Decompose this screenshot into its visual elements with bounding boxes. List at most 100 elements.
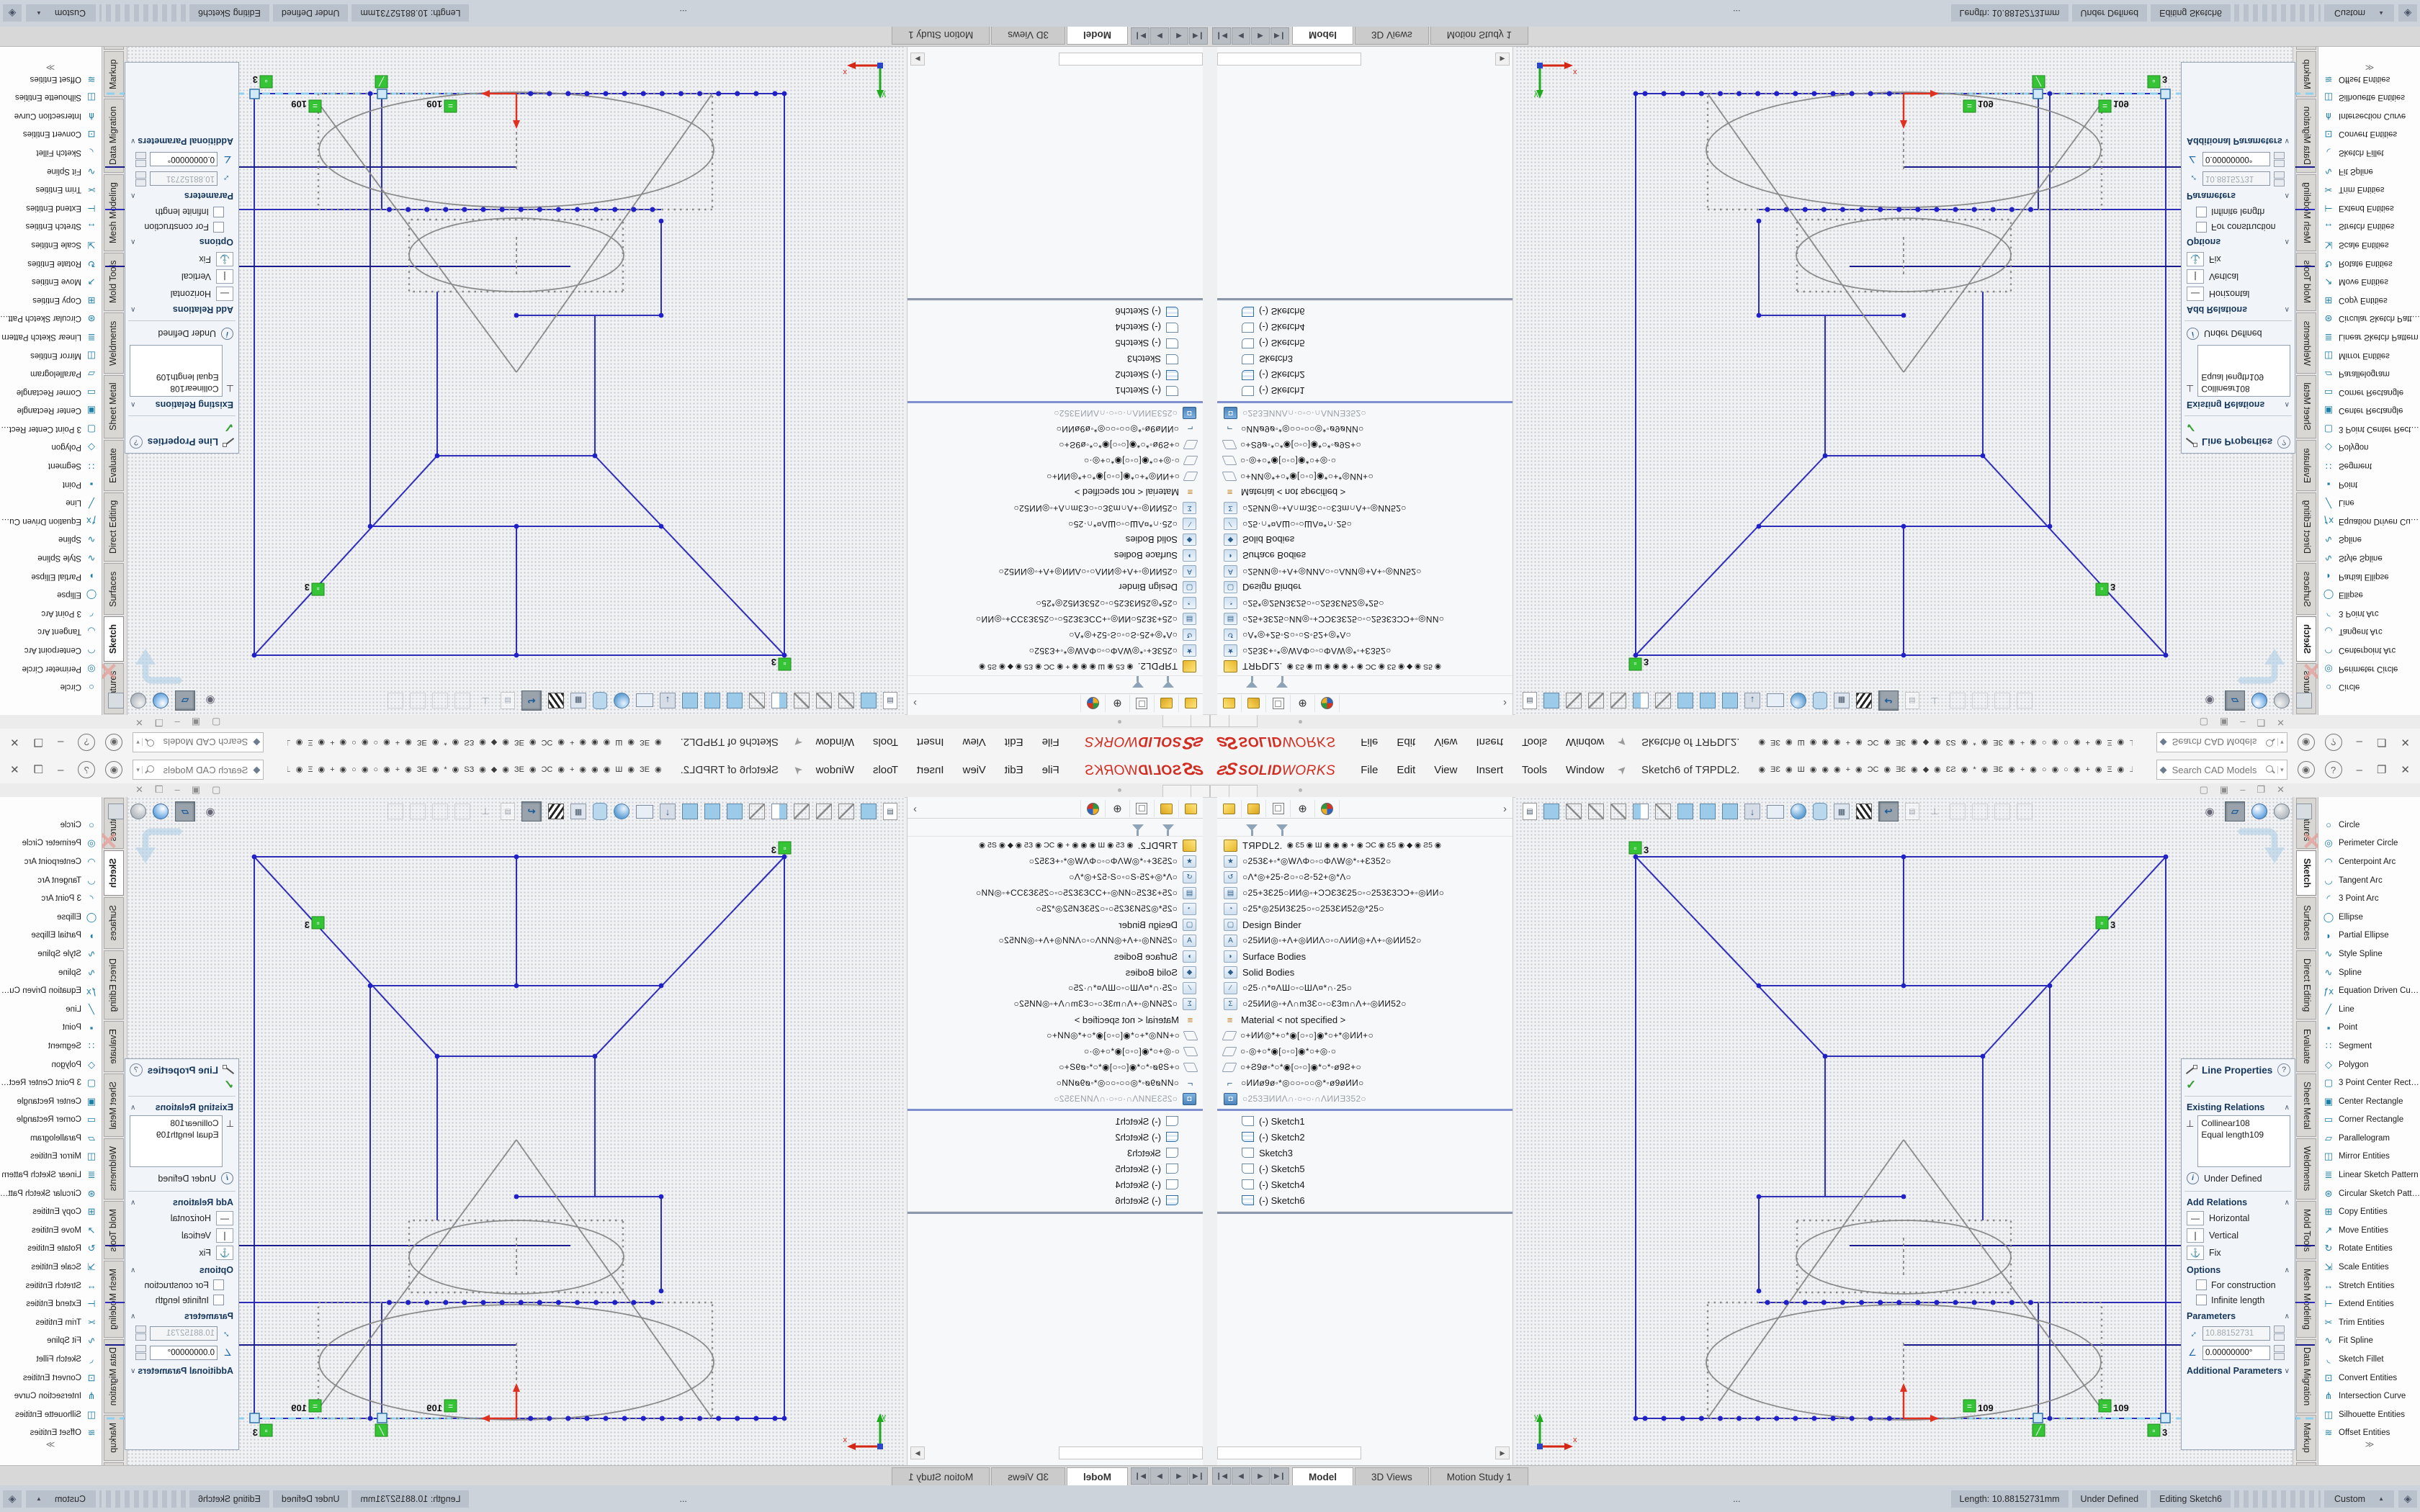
tab-featuremanager[interactable] xyxy=(1178,800,1203,817)
tree-item-row14[interactable]: ⌐○ИИø9ø◦*◎○○◦○○◎*◦ø9øИИ○ xyxy=(1217,421,1512,437)
qat-icon[interactable]: ƎƐ xyxy=(1993,737,2003,747)
sec-icon[interactable]: ↓ xyxy=(1744,693,1760,708)
panel-grip[interactable] xyxy=(1299,720,1302,724)
cubes-icon[interactable] xyxy=(682,693,698,708)
tree-item-row2[interactable]: ▤○25+3Ɛ25○ИИ◎◦+ƆƆƐ3Ɛ25○◦○253Ɛ3ƆƆ+◦◎ИИ○ xyxy=(908,611,1203,627)
relations-listbox[interactable]: Collinear108Equal length109 xyxy=(2197,345,2290,397)
cubes-icon[interactable] xyxy=(1543,804,1559,819)
tree-item-row11[interactable]: ○+ИИ◎*+○*◉[○◦○]◉*○+*◎ИИ+○ xyxy=(908,469,1203,485)
qat-icon[interactable]: ƐƧ xyxy=(1946,765,1956,775)
doc-control-icon[interactable]: ✕ xyxy=(135,784,143,796)
tool-ellipse[interactable]: ◯Ellipse xyxy=(2318,908,2420,927)
tree-item-sketch3[interactable]: Sketch3 xyxy=(1217,1145,1512,1161)
options-section[interactable]: Options∧ xyxy=(2182,1261,2295,1277)
qat-icon[interactable]: + xyxy=(330,765,334,775)
relation-collinear108[interactable]: Collinear108 xyxy=(2201,1117,2287,1129)
tree-item-row11[interactable]: ○+ИИ◎*+○*◉[○◦○]◉*○+*◎ИИ+○ xyxy=(908,1027,1203,1043)
qat-icon[interactable]: ◉ xyxy=(1855,765,1863,775)
qat-icon[interactable]: ◉ xyxy=(1934,765,1941,775)
tool-mirror-entities[interactable]: ◫Mirror Entities xyxy=(0,1148,102,1166)
tree-item-row11[interactable]: ○+ИИ◎*+○*◉[○◦○]◉*○+*◎ИИ+○ xyxy=(1217,469,1512,485)
tool-circle[interactable]: ○Circle xyxy=(0,816,102,834)
tree-item-row8[interactable]: ∕○25·∩*¤ΛШ○◦○ШΛ¤*∩·25○ xyxy=(1217,980,1512,996)
tab-propertymanager[interactable] xyxy=(1242,695,1266,712)
menu-insert[interactable]: Insert xyxy=(1466,757,1512,783)
relation-badge[interactable]: ▫3 xyxy=(2148,1424,2167,1438)
tab-propertymanager[interactable] xyxy=(1154,695,1178,712)
additional-parameters-section[interactable]: Additional Parameters∨ xyxy=(125,134,238,150)
tree-item-row2[interactable]: ▤○25+3Ɛ25○ИИ◎◦+ƆƆƐ3Ɛ25○◦○253Ɛ3ƆƆ+◦◎ИИ○ xyxy=(908,885,1203,901)
qat-icon[interactable]: + xyxy=(2020,737,2025,747)
qat-icon[interactable]: + xyxy=(2020,765,2025,775)
tab-dimxpertmanager[interactable]: ⊕ xyxy=(1105,695,1129,712)
tab-nav-button[interactable]: ▶❙ xyxy=(1270,27,1289,45)
doc-tab-model[interactable]: Model xyxy=(1292,26,1353,45)
spinner[interactable] xyxy=(2274,152,2285,167)
tab-configurationmanager[interactable] xyxy=(1129,800,1154,817)
tool-circular-sketch-pattern[interactable]: ⊛Circular Sketch Pattern xyxy=(0,310,102,328)
eye-push-icon[interactable]: ◉ xyxy=(202,803,219,820)
file-icon[interactable]: ▤ xyxy=(1523,692,1537,709)
tree-item-material-not-specified[interactable]: ≡Material < not specified > xyxy=(1217,1012,1512,1027)
spinner[interactable] xyxy=(135,1345,146,1360)
menu-window[interactable]: Window xyxy=(807,757,864,783)
relation-badge[interactable]: ▫3 xyxy=(305,582,324,595)
search-input[interactable] xyxy=(155,764,249,776)
sec-icon[interactable]: ↓ xyxy=(660,693,676,708)
spin-down-icon[interactable] xyxy=(2274,152,2285,159)
close-button[interactable]: ✕ xyxy=(2401,736,2410,749)
sph-icon[interactable] xyxy=(614,693,629,708)
tool-scale-entities[interactable]: ⇲Scale Entities xyxy=(2318,235,2420,254)
tab-featuremanager[interactable] xyxy=(1217,800,1242,817)
doc-control-icon[interactable]: ✕ xyxy=(135,716,143,728)
wire-icon[interactable] xyxy=(1610,693,1626,708)
ghost-icon[interactable] xyxy=(410,693,426,708)
qat-icon[interactable]: ƎƐ xyxy=(640,765,650,775)
qat-icon[interactable]: Ш xyxy=(615,737,622,747)
tool-3-point-center-recta[interactable]: ▢3 Point Center Recta... xyxy=(2318,420,2420,438)
tool-move-entities[interactable]: ↗Move Entities xyxy=(2318,1221,2420,1240)
sec-icon[interactable]: ↓ xyxy=(1744,804,1760,819)
tool-parallelogram[interactable]: ▱Parallelogram xyxy=(0,364,102,383)
qat-icon[interactable]: ◉ xyxy=(502,737,509,747)
tool-3-point-arc[interactable]: ◜3 Point Arc xyxy=(0,604,102,623)
option-for-construction[interactable]: For construction xyxy=(125,220,238,235)
tool-convert-entities[interactable]: ⊡Convert Entities xyxy=(2318,1369,2420,1387)
additional-parameters-section[interactable]: Additional Parameters∨ xyxy=(125,1362,238,1378)
orb-icon[interactable] xyxy=(2274,804,2290,819)
tree-item-row13[interactable]: ○+Ƨ9ø◦*○*◉[○◦○]◉*○*◦ø9Ƨ+○ xyxy=(1217,1059,1512,1075)
panel-help-icon[interactable]: ? xyxy=(2277,436,2290,449)
cancel-sketch-icon[interactable]: ✕ xyxy=(2302,656,2318,685)
parameter-input[interactable] xyxy=(2202,153,2270,167)
half-icon[interactable] xyxy=(1633,804,1649,819)
tool-scale-entities[interactable]: ⇲Scale Entities xyxy=(0,235,102,254)
tab-propertymanager[interactable] xyxy=(1242,800,1266,817)
tree-item-row9[interactable]: Σ○25ИИ◎◦+Λ∩m3Ɛ○◦○Ɛ3m∩Λ+◦◎ИИ52○ xyxy=(1217,500,1512,516)
qat-icon[interactable]: ◉ xyxy=(655,765,662,775)
tool-parallelogram[interactable]: ▱Parallelogram xyxy=(0,1129,102,1148)
spin-down-icon[interactable] xyxy=(135,152,146,159)
qat-icon[interactable]: ⊥ xyxy=(2129,737,2133,747)
tree-item-row15[interactable]: ◘○253ƎИИΛ∩·○◦○·∩ΛИИƎ352○ xyxy=(1217,405,1512,421)
flyout-more-icon[interactable]: ≫ xyxy=(0,1439,102,1449)
tab-nav-button[interactable]: ❙◀ xyxy=(1212,1467,1231,1485)
qat-icon[interactable]: ◉ xyxy=(2074,737,2081,747)
cubes-icon[interactable] xyxy=(704,693,720,708)
restore-button[interactable]: ❐ xyxy=(34,763,43,776)
qat-icon[interactable]: ◉ xyxy=(1785,765,1793,775)
option-for-construction[interactable]: For construction xyxy=(2182,1277,2295,1292)
tool-3-point-center-recta[interactable]: ▢3 Point Center Recta... xyxy=(0,420,102,438)
tool-3-point-center-recta[interactable]: ▢3 Point Center Recta... xyxy=(0,1074,102,1092)
checkbox[interactable] xyxy=(2196,1295,2207,1305)
qat-icon[interactable]: + xyxy=(1846,737,1850,747)
featuremanager-scroll-arrow[interactable]: ▶ xyxy=(1495,1446,1510,1459)
tool-style-spline[interactable]: ∿Style Spline xyxy=(0,945,102,963)
relation-badge[interactable]: =109 xyxy=(426,1400,457,1413)
qat-icon[interactable]: * xyxy=(444,737,447,747)
tab-nav-button[interactable]: ▶ xyxy=(1251,27,1270,45)
wire-icon[interactable] xyxy=(794,693,810,708)
qat-icon[interactable]: ◉ xyxy=(432,737,439,747)
relation-badge[interactable]: ▫3 xyxy=(253,74,272,88)
toolbar-stub-tab[interactable] xyxy=(1190,715,1210,727)
additional-parameters-section[interactable]: Additional Parameters∨ xyxy=(2182,1362,2295,1378)
